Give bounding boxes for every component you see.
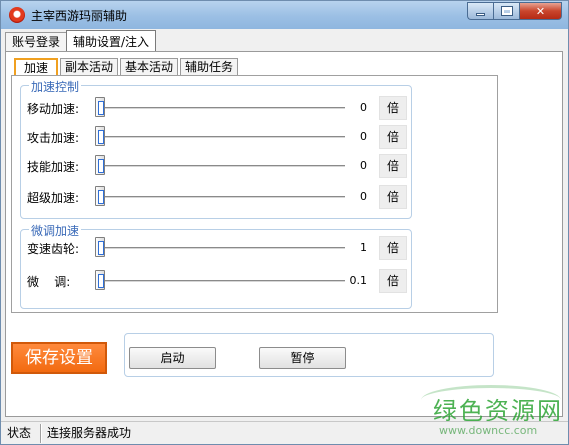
move-speed-slider[interactable]	[95, 97, 345, 117]
attack-speed-label: 攻击加速:	[27, 131, 80, 145]
super-speed-unit: 倍	[379, 185, 407, 209]
fine-tune-group: 微调加速 变速齿轮: 1 倍 微 调: 0.1 倍	[20, 222, 412, 309]
skill-speed-slider[interactable]	[95, 155, 345, 175]
attack-speed-row: 攻击加速: 0 倍	[21, 124, 411, 150]
app-window: 主宰西游玛丽辅助 ✕ 账号登录 辅助设置/注入 加速 副本活动 基本活动 辅助任…	[0, 0, 569, 445]
attack-speed-thumb[interactable]	[95, 126, 105, 146]
minimize-icon	[476, 12, 485, 16]
accel-control-title: 加速控制	[29, 78, 82, 95]
gear-speed-slider[interactable]	[95, 237, 345, 257]
close-icon: ✕	[535, 4, 546, 18]
fine-tune-label: 微 调:	[27, 275, 71, 289]
tab-basic-activities[interactable]: 基本活动	[120, 58, 179, 76]
top-tab-strip: 账号登录 辅助设置/注入	[5, 30, 157, 52]
fine-tune-unit: 倍	[379, 269, 407, 293]
super-speed-thumb[interactable]	[95, 186, 105, 206]
pause-button[interactable]: 暂停	[259, 347, 346, 369]
gear-speed-value: 1	[360, 241, 367, 254]
start-button[interactable]: 启动	[129, 347, 216, 369]
gear-speed-thumb[interactable]	[95, 237, 105, 257]
fine-tune-row: 微 调: 0.1 倍	[21, 268, 411, 294]
app-logo-icon	[9, 7, 25, 23]
fine-tune-slider[interactable]	[95, 270, 345, 290]
minimize-button[interactable]	[467, 2, 493, 20]
move-speed-unit: 倍	[379, 96, 407, 120]
move-speed-row: 移动加速: 0 倍	[21, 95, 411, 121]
fine-tune-thumb[interactable]	[95, 270, 105, 290]
accelerate-panel: 加速控制 移动加速: 0 倍 攻击加速: 0 倍 技能加速: 0 倍 超级加速:…	[11, 75, 498, 313]
window-title: 主宰西游玛丽辅助	[31, 9, 128, 23]
tab-account-login[interactable]: 账号登录	[5, 32, 68, 52]
title-bar[interactable]: 主宰西游玛丽辅助 ✕	[1, 1, 568, 29]
gear-speed-row: 变速齿轮: 1 倍	[21, 235, 411, 261]
move-speed-thumb[interactable]	[95, 97, 105, 117]
action-group: 启动 暂停	[124, 333, 494, 377]
attack-speed-value: 0	[360, 130, 367, 143]
tab-assist-settings[interactable]: 辅助设置/注入	[66, 30, 157, 52]
status-label: 状态	[7, 426, 32, 440]
super-speed-row: 超级加速: 0 倍	[21, 184, 411, 210]
tab-dungeon-activities[interactable]: 副本活动	[60, 58, 119, 76]
gear-speed-label: 变速齿轮:	[27, 242, 80, 256]
move-speed-value: 0	[360, 101, 367, 114]
status-bar: 状态 连接服务器成功 www.downcc.com	[1, 421, 568, 444]
close-button[interactable]: ✕	[519, 2, 562, 20]
skill-speed-unit: 倍	[379, 154, 407, 178]
move-speed-label: 移动加速:	[27, 102, 80, 116]
attack-speed-unit: 倍	[379, 125, 407, 149]
save-settings-button[interactable]: 保存设置	[11, 342, 107, 374]
super-speed-slider[interactable]	[95, 186, 345, 206]
skill-speed-label: 技能加速:	[27, 160, 80, 174]
skill-speed-row: 技能加速: 0 倍	[21, 153, 411, 179]
status-message: 连接服务器成功	[47, 426, 132, 440]
gear-speed-unit: 倍	[379, 236, 407, 260]
accel-control-group: 加速控制 移动加速: 0 倍 攻击加速: 0 倍 技能加速: 0 倍 超级加速:…	[20, 78, 412, 219]
skill-speed-value: 0	[360, 159, 367, 172]
fine-tune-value: 0.1	[349, 274, 368, 287]
maximize-icon	[500, 6, 513, 16]
watermark-url: www.downcc.com	[439, 424, 538, 437]
status-divider	[40, 424, 42, 443]
window-controls: ✕	[467, 2, 562, 20]
maximize-button[interactable]	[493, 2, 519, 20]
attack-speed-slider[interactable]	[95, 126, 345, 146]
super-speed-value: 0	[360, 190, 367, 203]
super-speed-label: 超级加速:	[27, 191, 80, 205]
client-area: 账号登录 辅助设置/注入 加速 副本活动 基本活动 辅助任务 加速控制 移动加速…	[1, 29, 568, 444]
skill-speed-thumb[interactable]	[95, 155, 105, 175]
tab-assist-tasks[interactable]: 辅助任务	[180, 58, 239, 76]
